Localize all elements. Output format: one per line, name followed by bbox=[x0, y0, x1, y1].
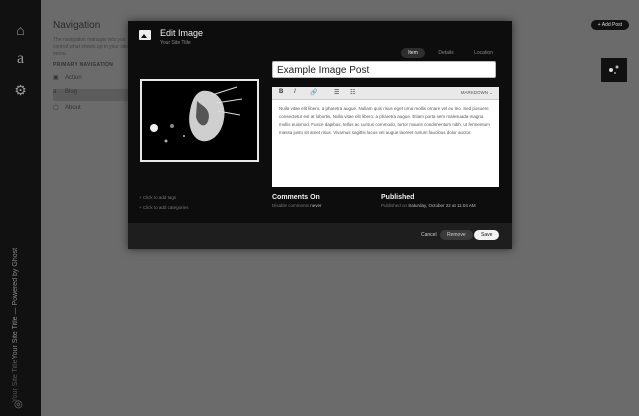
nav-item-blog[interactable]: a Blog bbox=[53, 89, 133, 101]
taxonomy-links: + Click to add tags + Click to add categ… bbox=[139, 193, 188, 213]
add-tags-link[interactable]: + Click to add tags bbox=[139, 193, 188, 203]
a-icon: a bbox=[53, 89, 57, 95]
post-title-input[interactable]: Example Image Post bbox=[272, 61, 496, 78]
image-icon bbox=[139, 30, 151, 40]
link-button[interactable]: 🔗 bbox=[310, 89, 317, 96]
modal-tabs: Item Details Location bbox=[399, 41, 500, 59]
tab-location[interactable]: Location bbox=[467, 48, 500, 58]
save-button[interactable]: Save bbox=[474, 230, 500, 240]
add-post-button[interactable]: + Add Post bbox=[590, 20, 629, 30]
editor-toolbar: B I 🔗 ☰ ☷ MARKDOWN ⌄ bbox=[272, 87, 499, 100]
content-editor[interactable]: B I 🔗 ☰ ☷ MARKDOWN ⌄ Nulla vitae elit li… bbox=[272, 87, 499, 187]
comments-heading: Comments On bbox=[272, 194, 320, 201]
modal-footer: Cancel Remove Save bbox=[128, 223, 512, 249]
published-heading: Published bbox=[381, 194, 415, 201]
image-preview[interactable] bbox=[140, 79, 259, 162]
italic-button[interactable]: I bbox=[294, 89, 296, 95]
remove-button[interactable]: Remove bbox=[440, 230, 473, 240]
add-categories-link[interactable]: + Click to add categories bbox=[139, 203, 188, 213]
editor-body-text[interactable]: Nulla vitae elit libero, a pharetra augu… bbox=[272, 100, 499, 142]
modal-subtitle: Your Site Title bbox=[160, 40, 191, 46]
page-title: Navigation bbox=[53, 20, 101, 31]
numbered-list-button[interactable]: ☷ bbox=[350, 89, 355, 96]
post-thumbnail[interactable] bbox=[601, 58, 627, 82]
nav-item-about[interactable]: ▢ About bbox=[53, 104, 133, 116]
logo-icon[interactable]: ◎ bbox=[14, 399, 23, 410]
a-icon[interactable]: a bbox=[0, 50, 41, 68]
page-icon: ▢ bbox=[53, 105, 59, 111]
modal-title: Edit Image bbox=[160, 28, 204, 38]
modal-header: Edit Image Your Site Title Item Details … bbox=[128, 21, 512, 58]
published-date[interactable]: Saturday, October 22 at 11:04 AM bbox=[408, 203, 475, 208]
left-rail: ⌂ a ⚙ Your Site TitleYour Site Title — P… bbox=[0, 0, 41, 416]
page-description: The navigation manager lets you control … bbox=[53, 37, 132, 57]
comments-never-link[interactable]: never bbox=[310, 203, 321, 208]
bold-button[interactable]: B bbox=[279, 89, 283, 95]
image-icon: ▣ bbox=[53, 75, 59, 81]
site-title: Your Site TitleYour Site Title — Powered… bbox=[12, 247, 19, 402]
home-icon[interactable]: ⌂ bbox=[0, 22, 41, 38]
edit-image-modal: Edit Image Your Site Title Item Details … bbox=[128, 21, 512, 249]
bullet-list-button[interactable]: ☰ bbox=[334, 89, 339, 96]
published-setting: Published Published on Saturday, October… bbox=[381, 194, 476, 208]
tab-item[interactable]: Item bbox=[401, 48, 425, 58]
tab-details[interactable]: Details bbox=[431, 48, 460, 58]
markdown-dropdown[interactable]: MARKDOWN ⌄ bbox=[461, 90, 493, 96]
gear-icon[interactable]: ⚙ bbox=[0, 82, 41, 99]
section-label: PRIMARY NAVIGATION bbox=[53, 62, 114, 68]
nav-item-action[interactable]: ▣ Action bbox=[53, 74, 133, 86]
comments-setting: Comments On Disable comments never bbox=[272, 194, 322, 208]
